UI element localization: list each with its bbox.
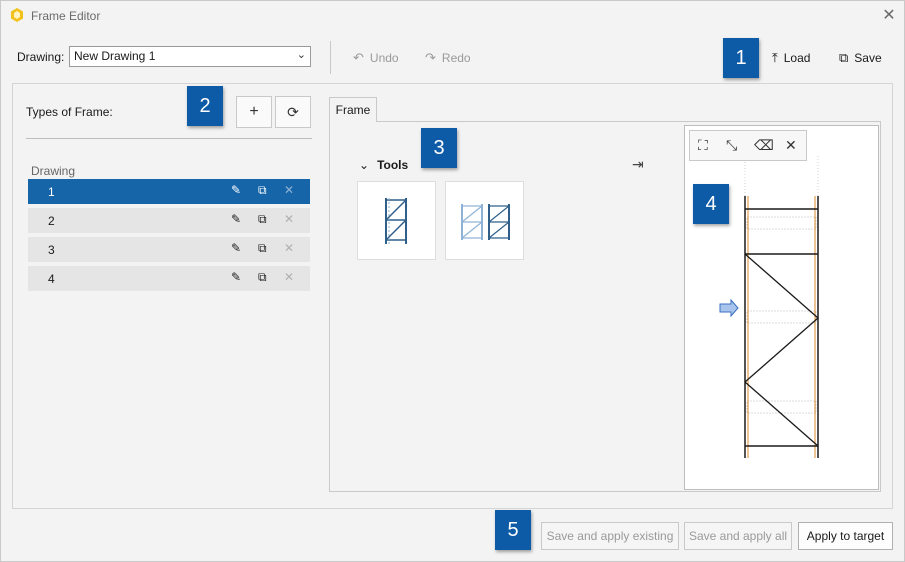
toolbar: Drawing: New Drawing 1 ⌄ ↶ Undo ↷ Redo ⤒ Lo… xyxy=(1,31,904,81)
list-item[interactable]: 2 ✎ ⧉ ✕ xyxy=(28,208,310,233)
load-label: Load xyxy=(783,51,811,65)
measure-icon[interactable]: ⤡ xyxy=(726,137,737,154)
toolbar-divider xyxy=(330,41,331,74)
edit-icon[interactable]: ✎ xyxy=(231,270,241,284)
list-header-drawing: Drawing xyxy=(31,164,76,178)
list-item-label: 3 xyxy=(48,243,55,257)
frame-preview[interactable] xyxy=(684,125,879,490)
double-frame-icon xyxy=(461,204,510,240)
left-divider xyxy=(26,138,312,139)
save-label: Save xyxy=(854,51,882,65)
duplicate-icon[interactable]: ⧉ xyxy=(258,241,267,256)
tool-double-frame[interactable] xyxy=(445,181,524,260)
list-item-label: 2 xyxy=(48,214,55,228)
duplicate-icon[interactable]: ⧉ xyxy=(258,212,267,227)
chevron-down-icon: ⌄ xyxy=(359,158,370,172)
save-icon: ⧉ xyxy=(839,50,849,65)
save-apply-existing-button[interactable]: Save and apply existing xyxy=(541,522,679,550)
frame-editor-window: Frame Editor ✕ Drawing: New Drawing 1 ⌄ … xyxy=(0,0,905,562)
duplicate-icon[interactable]: ⧉ xyxy=(258,270,267,285)
app-logo-icon xyxy=(11,8,23,22)
callout-badge-4: 4 xyxy=(693,184,729,224)
callout-badge-1: 1 xyxy=(723,38,759,78)
callout-badge-5: 5 xyxy=(495,510,531,550)
save-button[interactable]: ⧉ Save xyxy=(839,50,882,66)
edit-icon[interactable]: ✎ xyxy=(231,183,241,197)
close-icon[interactable]: ✕ xyxy=(879,6,899,26)
title-bar: Frame Editor ✕ xyxy=(1,1,904,31)
tool-single-frame[interactable] xyxy=(357,181,436,260)
refresh-button[interactable]: ⟳ xyxy=(275,96,311,128)
list-item[interactable]: 1 ✎ ⧉ ✕ xyxy=(28,179,310,204)
callout-badge-2: 2 xyxy=(187,86,223,126)
add-frame-button[interactable]: + xyxy=(236,96,272,128)
redo-button[interactable]: ↷ Redo xyxy=(425,50,471,66)
tools-section-header[interactable]: ⌄ Tools xyxy=(359,158,408,172)
undo-icon: ↶ xyxy=(353,50,364,65)
tab-frame-label: Frame xyxy=(335,103,371,117)
list-item[interactable]: 3 ✎ ⧉ ✕ xyxy=(28,237,310,262)
types-of-frame-label: Types of Frame: xyxy=(26,105,113,119)
drawing-select-value: New Drawing 1 xyxy=(74,49,156,63)
list-item-label: 4 xyxy=(48,272,55,286)
save-apply-all-button[interactable]: Save and apply all xyxy=(684,522,792,550)
delete-icon[interactable]: ✕ xyxy=(284,270,294,284)
eraser-icon[interactable]: ⌫ xyxy=(754,137,774,154)
duplicate-icon[interactable]: ⧉ xyxy=(258,183,267,198)
undo-button[interactable]: ↶ Undo xyxy=(353,50,399,66)
tab-frame[interactable]: Frame xyxy=(329,97,377,122)
delete-icon[interactable]: ✕ xyxy=(284,212,294,226)
list-item-label: 1 xyxy=(48,185,55,199)
frame-drawing xyxy=(719,156,819,458)
refresh-icon: ⟳ xyxy=(287,104,299,120)
edit-icon[interactable]: ✎ xyxy=(231,241,241,255)
preview-toolbar: ⛶ ⤡ ⌫ ✕ xyxy=(689,130,807,161)
redo-icon: ↷ xyxy=(425,50,436,65)
apply-to-target-button[interactable]: Apply to target xyxy=(798,522,893,550)
edit-icon[interactable]: ✎ xyxy=(231,212,241,226)
close-icon[interactable]: ✕ xyxy=(785,137,797,154)
callout-badge-3: 3 xyxy=(421,128,457,168)
drawing-label: Drawing: xyxy=(17,50,65,64)
delete-icon[interactable]: ✕ xyxy=(284,241,294,255)
upload-icon: ⤒ xyxy=(772,50,778,65)
redo-label: Redo xyxy=(441,51,471,65)
single-frame-icon xyxy=(385,198,407,244)
plus-icon: + xyxy=(249,103,259,120)
drawing-select[interactable]: New Drawing 1 ⌄ xyxy=(69,46,311,67)
tools-label: Tools xyxy=(377,158,409,172)
delete-icon[interactable]: ✕ xyxy=(284,183,294,197)
undo-label: Undo xyxy=(369,51,399,65)
zoom-fit-icon[interactable]: ⛶ xyxy=(698,137,708,154)
window-title: Frame Editor xyxy=(31,9,101,23)
chevron-down-icon: ⌄ xyxy=(296,49,306,61)
list-item[interactable]: 4 ✎ ⧉ ✕ xyxy=(28,266,310,291)
load-button[interactable]: ⤒ Load xyxy=(772,50,810,66)
export-icon[interactable]: ⇥ xyxy=(632,156,644,173)
